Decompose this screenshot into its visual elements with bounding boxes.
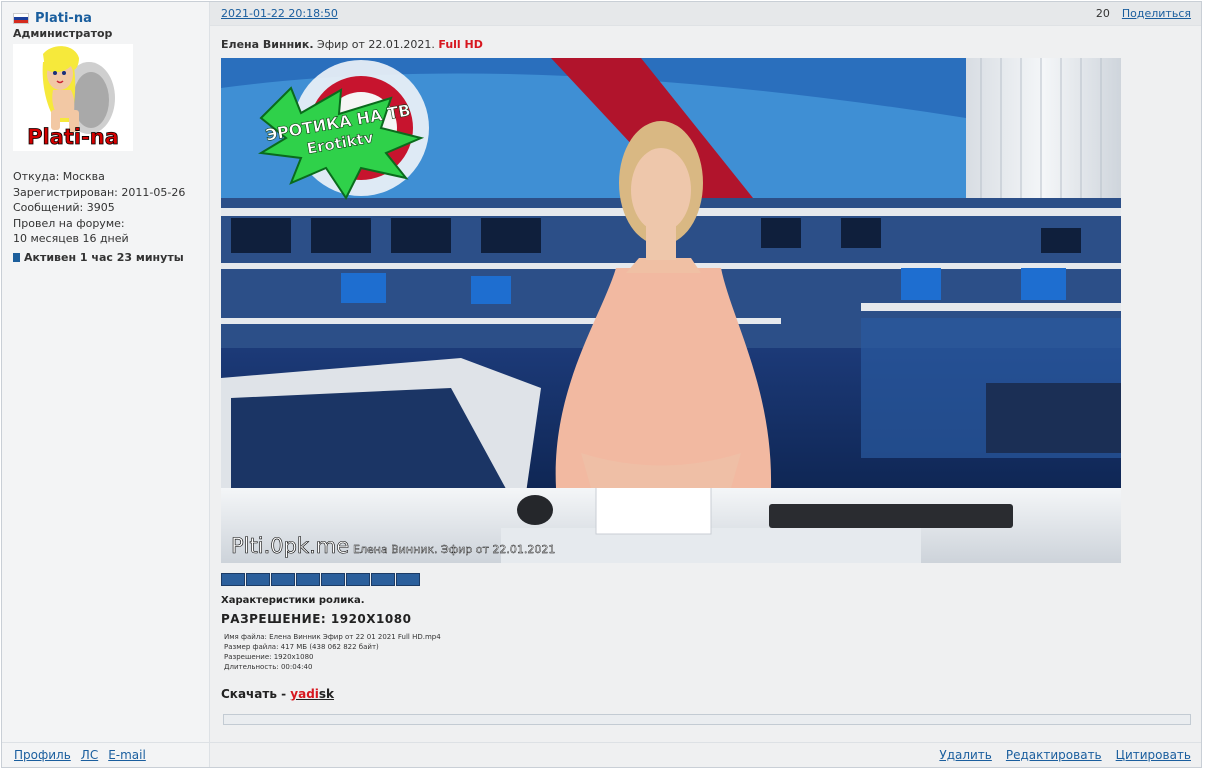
file-info-block: Имя файла: Елена Винник Эфир от 22 01 20… <box>221 632 1201 672</box>
video-screenshot-image[interactable]: ЭРОТИКА НА ТВ Erotiktv Plti.0pk.me Елена… <box>221 58 1121 563</box>
author-avatar: Plati-na <box>13 44 133 151</box>
watermark-caption: Елена Винник. Эфир от 22.01.2021 <box>353 543 555 556</box>
download-link-part2: sk <box>318 687 335 701</box>
author-active: Активен 1 час 23 минуты <box>24 250 184 264</box>
footer-post-actions: Удалить Редактировать Цитировать <box>210 743 1201 767</box>
thumbnail[interactable] <box>371 573 395 586</box>
file-name: Имя файла: Елена Винник Эфир от 22 01 20… <box>224 633 441 641</box>
file-size: Размер файла: 417 МБ (438 062 822 байт) <box>224 643 379 651</box>
thumbnail[interactable] <box>321 573 345 586</box>
newsroom-scene: ЭРОТИКА НА ТВ Erotiktv Plti.0pk.me Елена… <box>221 58 1121 563</box>
characteristics-title: Характеристики ролика. <box>221 595 365 606</box>
post-number: 20 <box>1095 7 1110 20</box>
thumbnail[interactable] <box>396 573 420 586</box>
author-registered: Зарегистрирован: 2011-05-26 <box>13 185 186 199</box>
thumbnail[interactable] <box>221 573 245 586</box>
private-message-link[interactable]: ЛС <box>81 748 98 762</box>
watermark-site: Plti.0pk.me <box>231 534 349 558</box>
profile-link[interactable]: Профиль <box>14 748 71 762</box>
post-header: 2021-01-22 20:18:50 20 Поделиться <box>210 2 1201 26</box>
quote-link[interactable]: Цитировать <box>1116 748 1191 762</box>
forum-post: Plati-na Администратор Plati-na Откуда: … <box>1 1 1202 768</box>
file-duration: Длительность: 00:04:40 <box>224 663 313 671</box>
author-posts: Сообщений: 3905 <box>13 201 115 214</box>
author-forum-time-label: Провел на форуме: <box>13 216 125 230</box>
thumbnail-strip <box>221 573 1201 586</box>
thumbnail[interactable] <box>296 573 320 586</box>
post-divider-bar <box>223 714 1191 725</box>
thumbnail[interactable] <box>271 573 295 586</box>
post-content: Елена Винник. Эфир от 22.01.2021. Full H… <box>210 26 1201 742</box>
author-active-line: Активен 1 час 23 минуты <box>13 250 209 266</box>
share-link[interactable]: Поделиться <box>1122 7 1191 20</box>
edit-link[interactable]: Редактировать <box>1006 748 1102 762</box>
thumbnail[interactable] <box>346 573 370 586</box>
download-link-part1: yadi <box>290 687 319 701</box>
post-footer: Профиль ЛС E-mail Удалить Редактировать … <box>2 742 1201 767</box>
post-title-name: Елена Винник. <box>221 38 314 51</box>
thumbnail[interactable] <box>246 573 270 586</box>
avatar-lettering: Plati-na <box>27 125 119 149</box>
author-forum-time-value: 10 месяцев 16 дней <box>13 232 129 245</box>
post-title-text: Эфир от 22.01.2021. <box>317 38 435 51</box>
author-rank: Администратор <box>13 27 113 40</box>
avatar-image: Plati-na <box>27 46 119 149</box>
author-info: Откуда: Москва Зарегистрирован: 2011-05-… <box>13 169 209 265</box>
post-body-column: 2021-01-22 20:18:50 20 Поделиться Елена … <box>210 2 1201 742</box>
download-label: Скачать - <box>221 687 287 701</box>
online-status-icon <box>13 252 20 262</box>
footer-author-links: Профиль ЛС E-mail <box>2 743 210 767</box>
russia-flag-icon <box>13 12 29 24</box>
resolution-heading: РАЗРЕШЕНИЕ: 1920X1080 <box>221 612 412 626</box>
post-title-quality: Full HD <box>438 38 483 51</box>
author-column: Plati-na Администратор Plati-na Откуда: … <box>2 2 210 742</box>
post-row: Plati-na Администратор Plati-na Откуда: … <box>2 2 1201 742</box>
download-link[interactable]: yadisk <box>290 687 334 701</box>
author-location: Откуда: Москва <box>13 170 105 183</box>
email-link[interactable]: E-mail <box>108 748 146 762</box>
delete-link[interactable]: Удалить <box>939 748 992 762</box>
post-title: Елена Винник. Эфир от 22.01.2021. Full H… <box>221 38 1201 51</box>
author-name-line: Plati-na <box>13 10 209 26</box>
file-resolution: Разрешение: 1920x1080 <box>224 653 314 661</box>
download-line: Скачать - yadisk <box>221 687 1201 701</box>
post-date-link[interactable]: 2021-01-22 20:18:50 <box>221 7 338 20</box>
author-username[interactable]: Plati-na <box>35 11 92 26</box>
